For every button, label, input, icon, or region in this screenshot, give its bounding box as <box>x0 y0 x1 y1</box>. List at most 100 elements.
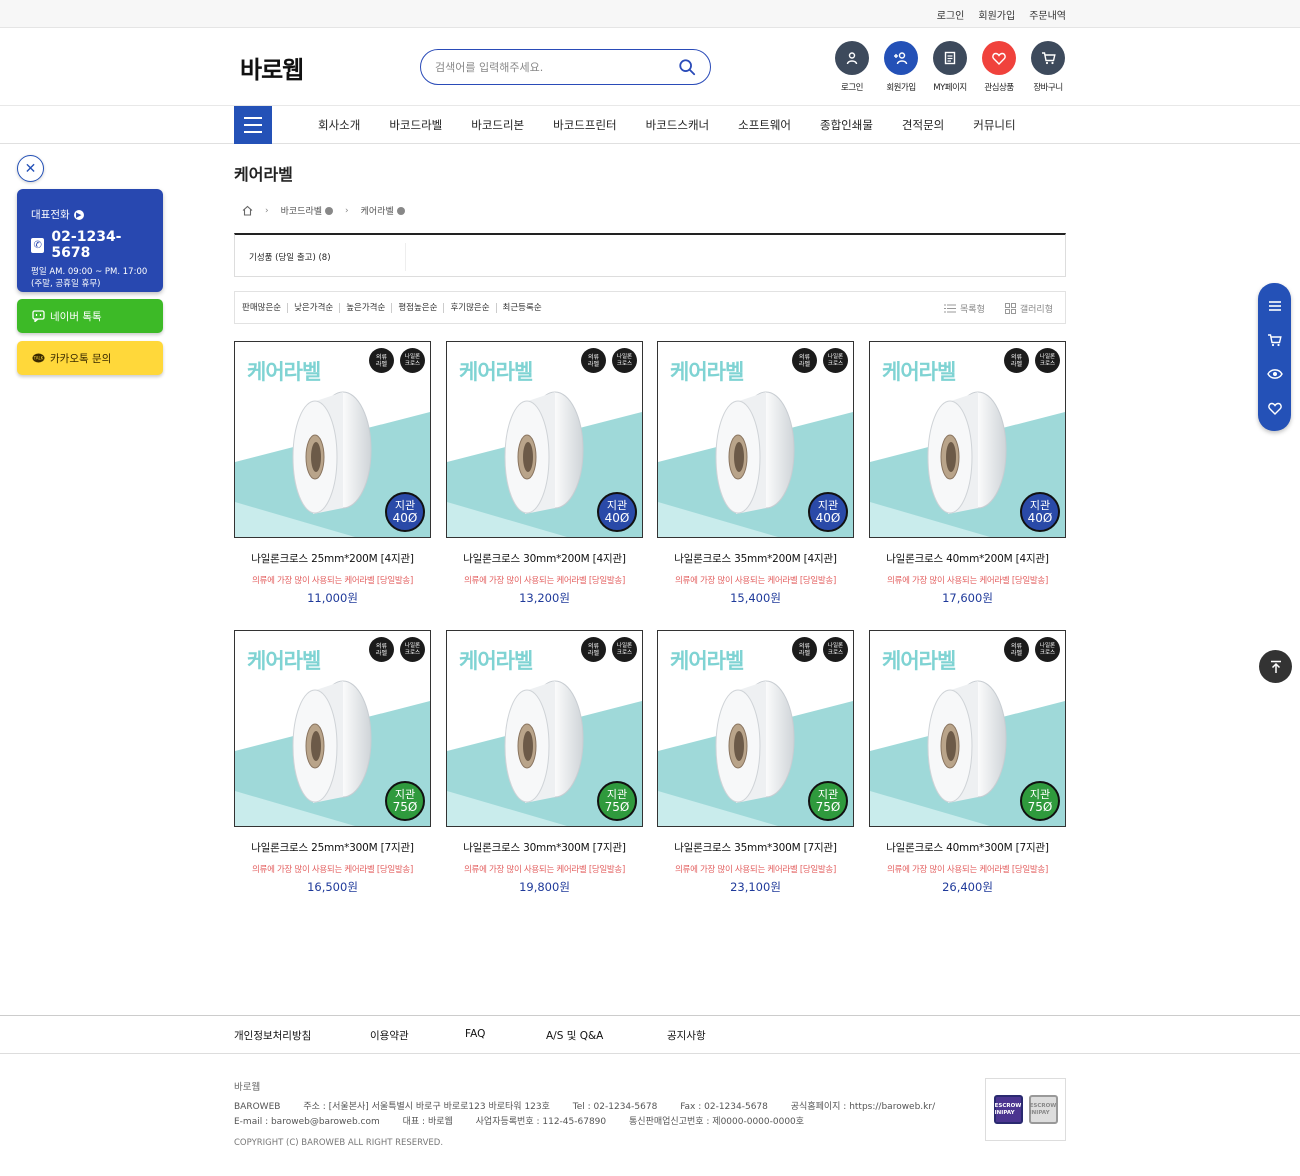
footer-link-notice[interactable]: 공지사항 <box>667 1028 706 1043</box>
product-thumbnail[interactable]: 케어라벨 의류 라벨 나일론 크로스 지관 40Ø <box>657 341 854 538</box>
search-icon[interactable] <box>678 58 696 76</box>
badge-text: 나일론 <box>1039 642 1056 649</box>
product-card[interactable]: 케어라벨 의류 라벨 나일론 크로스 지관 40Ø 나일론크로스 40mm*20… <box>869 341 1066 606</box>
product-card[interactable]: 케어라벨 의류 라벨 나일론 크로스 지관 40Ø 나일론크로스 30mm*20… <box>446 341 643 606</box>
escrow-badge-icon[interactable]: ESCROW INIPAY <box>993 1095 1023 1124</box>
hamburger-menu-icon[interactable] <box>234 106 272 144</box>
product-price: 13,200원 <box>519 591 570 605</box>
svg-text:TALK: TALK <box>33 355 44 360</box>
nav-item-community[interactable]: 커뮤니티 <box>973 117 1015 133</box>
footer-email[interactable]: E-mail : baroweb@baroweb.com <box>234 1117 380 1127</box>
phone-number[interactable]: 02-1234-5678 <box>51 229 149 261</box>
product-card[interactable]: 케어라벨 의류 라벨 나일론 크로스 지관 75Ø 나일론크로스 35mm*30… <box>657 630 854 895</box>
sort-reviews[interactable]: 후기많은순 <box>444 303 497 313</box>
badge-text: 나일론 <box>616 353 633 360</box>
badge-text: 의류 <box>798 353 811 361</box>
home-icon[interactable] <box>242 205 253 216</box>
main-nav: 회사소개 바코드라벨 바코드리본 바코드프린터 바코드스캐너 소프트웨어 종합인… <box>0 106 1300 144</box>
product-title[interactable]: 나일론크로스 35mm*300M [7지관] <box>657 840 854 855</box>
brand-text: 케어라벨 <box>247 360 321 384</box>
util-join-link[interactable]: 회원가입 <box>978 7 1015 22</box>
product-title[interactable]: 나일론크로스 25mm*200M [4지관] <box>234 551 431 566</box>
product-card[interactable]: 케어라벨 의류 라벨 나일론 크로스 지관 75Ø 나일론크로스 25mm*30… <box>234 630 431 895</box>
nav-item-barcode-label[interactable]: 바코드라벨 <box>389 117 442 133</box>
util-login-link[interactable]: 로그인 <box>937 7 965 22</box>
core-size: 75Ø <box>604 800 630 814</box>
breadcrumb-item-care-label[interactable]: 케어라벨 <box>361 204 405 217</box>
footer-link-faq[interactable]: FAQ <box>465 1028 485 1040</box>
nav-item-barcode-ribbon[interactable]: 바코드리본 <box>471 117 524 133</box>
cart-button[interactable]: 장바구니 <box>1029 41 1067 93</box>
gallery-view-label: 갤러리형 <box>1019 305 1053 315</box>
footer-link-terms[interactable]: 이용약관 <box>370 1028 409 1043</box>
badge-text: 라벨 <box>798 649 811 657</box>
scroll-top-icon[interactable] <box>1259 650 1292 683</box>
product-title[interactable]: 나일론크로스 25mm*300M [7지관] <box>234 840 431 855</box>
badge-text: 라벨 <box>587 649 600 657</box>
util-orders-link[interactable]: 주문내역 <box>1029 7 1066 22</box>
nav-item-barcode-printer[interactable]: 바코드프린터 <box>553 117 616 133</box>
badge-text: 의류 <box>798 642 811 650</box>
join-button[interactable]: 회원가입 <box>882 41 920 93</box>
search-input[interactable] <box>435 60 678 74</box>
gallery-view-button[interactable]: 갤러리형 <box>1004 302 1053 315</box>
product-title[interactable]: 나일론크로스 30mm*200M [4지관] <box>446 551 643 566</box>
product-thumbnail[interactable]: 케어라벨 의류 라벨 나일론 크로스 지관 75Ø <box>446 630 643 827</box>
wishlist-button[interactable]: 관심상품 <box>980 41 1018 93</box>
sort-high-price[interactable]: 높은가격순 <box>340 303 393 313</box>
product-title[interactable]: 나일론크로스 40mm*200M [4지관] <box>869 551 1066 566</box>
core-size-badge: 지관 40Ø <box>1020 492 1060 532</box>
product-title[interactable]: 나일론크로스 35mm*200M [4지관] <box>657 551 854 566</box>
sort-rating[interactable]: 평점높은순 <box>392 303 445 313</box>
product-thumbnail[interactable]: 케어라벨 의류 라벨 나일론 크로스 지관 75Ø <box>869 630 1066 827</box>
login-button[interactable]: 로그인 <box>833 41 871 93</box>
nav-item-software[interactable]: 소프트웨어 <box>738 117 791 133</box>
product-card[interactable]: 케어라벨 의류 라벨 나일론 크로스 지관 75Ø 나일론크로스 40mm*30… <box>869 630 1066 895</box>
footer-link-as-qna[interactable]: A/S 및 Q&A <box>546 1028 603 1043</box>
product-title[interactable]: 나일론크로스 40mm*300M [7지관] <box>869 840 1066 855</box>
top-utility-bar: 로그인 회원가입 주문내역 <box>0 0 1300 28</box>
nav-item-barcode-scanner[interactable]: 바코드스캐너 <box>646 117 709 133</box>
category-item-stock[interactable]: 기성품 (당일 출고) (8) <box>249 251 331 263</box>
list-view-button[interactable]: 목록형 <box>944 302 985 315</box>
product-card[interactable]: 케어라벨 의류 라벨 나일론 크로스 지관 40Ø 나일론크로스 35mm*20… <box>657 341 854 606</box>
sort-recent[interactable]: 최근등록순 <box>497 303 548 313</box>
care-label-badge: 의류 라벨 <box>1004 637 1029 662</box>
product-thumbnail[interactable]: 케어라벨 의류 라벨 나일론 크로스 지관 75Ø <box>657 630 854 827</box>
product-description: 의류에 가장 많이 사용되는 케어라벨 [당일발송] <box>464 865 625 875</box>
sort-best-selling[interactable]: 판매많은순 <box>242 303 289 313</box>
product-description: 의류에 가장 많이 사용되는 케어라벨 [당일발송] <box>887 576 1048 586</box>
sort-low-price[interactable]: 낮은가격순 <box>288 303 341 313</box>
footer-link-privacy[interactable]: 개인정보처리방침 <box>234 1028 311 1043</box>
escrow-badge-icon[interactable]: ESCROW INIPAY <box>1028 1095 1058 1124</box>
footer-homepage[interactable]: 공식홈페이지 : https://baroweb.kr/ <box>791 1102 935 1112</box>
nylon-cross-badge: 나일론 크로스 <box>400 348 425 373</box>
badge-text: 크로스 <box>827 360 844 367</box>
footer-row-1: BAROWEB 주소 : [서울본사] 서울특별시 바로구 바로로123 바로타… <box>234 1100 955 1115</box>
list-menu-icon[interactable] <box>1265 296 1285 316</box>
product-card[interactable]: 케어라벨 의류 라벨 나일론 크로스 지관 75Ø 나일론크로스 30mm*30… <box>446 630 643 895</box>
product-card[interactable]: 케어라벨 의류 라벨 나일론 크로스 지관 40Ø 나일론크로스 25mm*20… <box>234 341 431 606</box>
product-thumbnail[interactable]: 케어라벨 의류 라벨 나일론 크로스 지관 40Ø <box>869 341 1066 538</box>
close-icon[interactable]: ✕ <box>17 155 44 182</box>
copyright: COPYRIGHT (C) BAROWEB ALL RIGHT RESERVED… <box>234 1138 444 1148</box>
kakao-talk-button[interactable]: TALK 카카오톡 문의 <box>17 341 163 375</box>
product-thumbnail[interactable]: 케어라벨 의류 라벨 나일론 크로스 지관 75Ø <box>234 630 431 827</box>
quick-heart-icon[interactable] <box>1265 398 1285 418</box>
product-thumbnail[interactable]: 케어라벨 의류 라벨 나일론 크로스 지관 40Ø <box>446 341 643 538</box>
product-description: 의류에 가장 많이 사용되는 케어라벨 [당일발송] <box>887 865 1048 875</box>
product-thumbnail[interactable]: 케어라벨 의류 라벨 나일론 크로스 지관 40Ø <box>234 341 431 538</box>
nav-item-estimate[interactable]: 견적문의 <box>902 117 944 133</box>
naver-talk-label: 네이버 톡톡 <box>50 310 102 323</box>
nav-item-company[interactable]: 회사소개 <box>318 117 360 133</box>
quick-cart-icon[interactable] <box>1265 330 1285 350</box>
site-logo[interactable]: 바로웹 <box>240 50 304 85</box>
breadcrumb-item-barcode-label[interactable]: 바코드라벨 <box>281 204 334 217</box>
nav-item-print[interactable]: 종합인쇄물 <box>820 117 873 133</box>
product-title[interactable]: 나일론크로스 30mm*300M [7지관] <box>446 840 643 855</box>
mypage-button[interactable]: MY페이지 <box>931 41 969 93</box>
naver-talk-button[interactable]: 네이버 톡톡 <box>17 299 163 333</box>
footer-business-number: 사업자등록번호 : 112-45-67890 <box>475 1117 607 1127</box>
mypage-label: MY페이지 <box>933 83 967 93</box>
recently-viewed-eye-icon[interactable] <box>1265 364 1285 384</box>
